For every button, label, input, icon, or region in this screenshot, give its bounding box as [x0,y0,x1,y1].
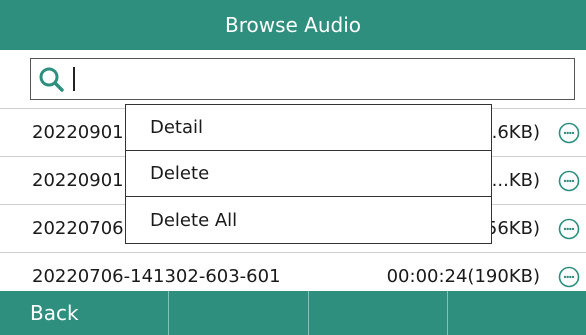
search-area [0,50,586,108]
file-name: 20220901 [32,122,124,143]
file-name: 20220706 [32,218,124,239]
file-info: (...KB) [484,170,540,191]
softkey-bar: Back [0,291,586,335]
back-button[interactable]: Back [0,291,170,335]
more-options-icon[interactable] [558,170,580,192]
softkey-3[interactable] [309,291,448,335]
menu-item-delete[interactable]: Delete [126,151,491,197]
search-icon [31,59,71,99]
menu-item-detail[interactable]: Detail [126,105,491,151]
more-options-icon[interactable] [558,122,580,144]
file-name: 20220706-141302-603-601 [32,265,281,287]
page-title: Browse Audio [224,13,362,37]
softkey-4[interactable] [448,291,586,335]
menu-item-delete-all[interactable]: Delete All [126,197,491,243]
file-info: 00:00:24(190KB) [386,265,540,287]
search-input[interactable] [75,62,574,96]
file-name: 20220901 [32,170,124,191]
softkey-2[interactable] [169,291,309,335]
context-menu: Detail Delete Delete All [125,104,492,244]
title-bar: Browse Audio [0,0,586,50]
more-options-icon[interactable] [558,218,580,240]
more-options-icon[interactable] [558,266,580,288]
search-box[interactable] [30,58,575,100]
